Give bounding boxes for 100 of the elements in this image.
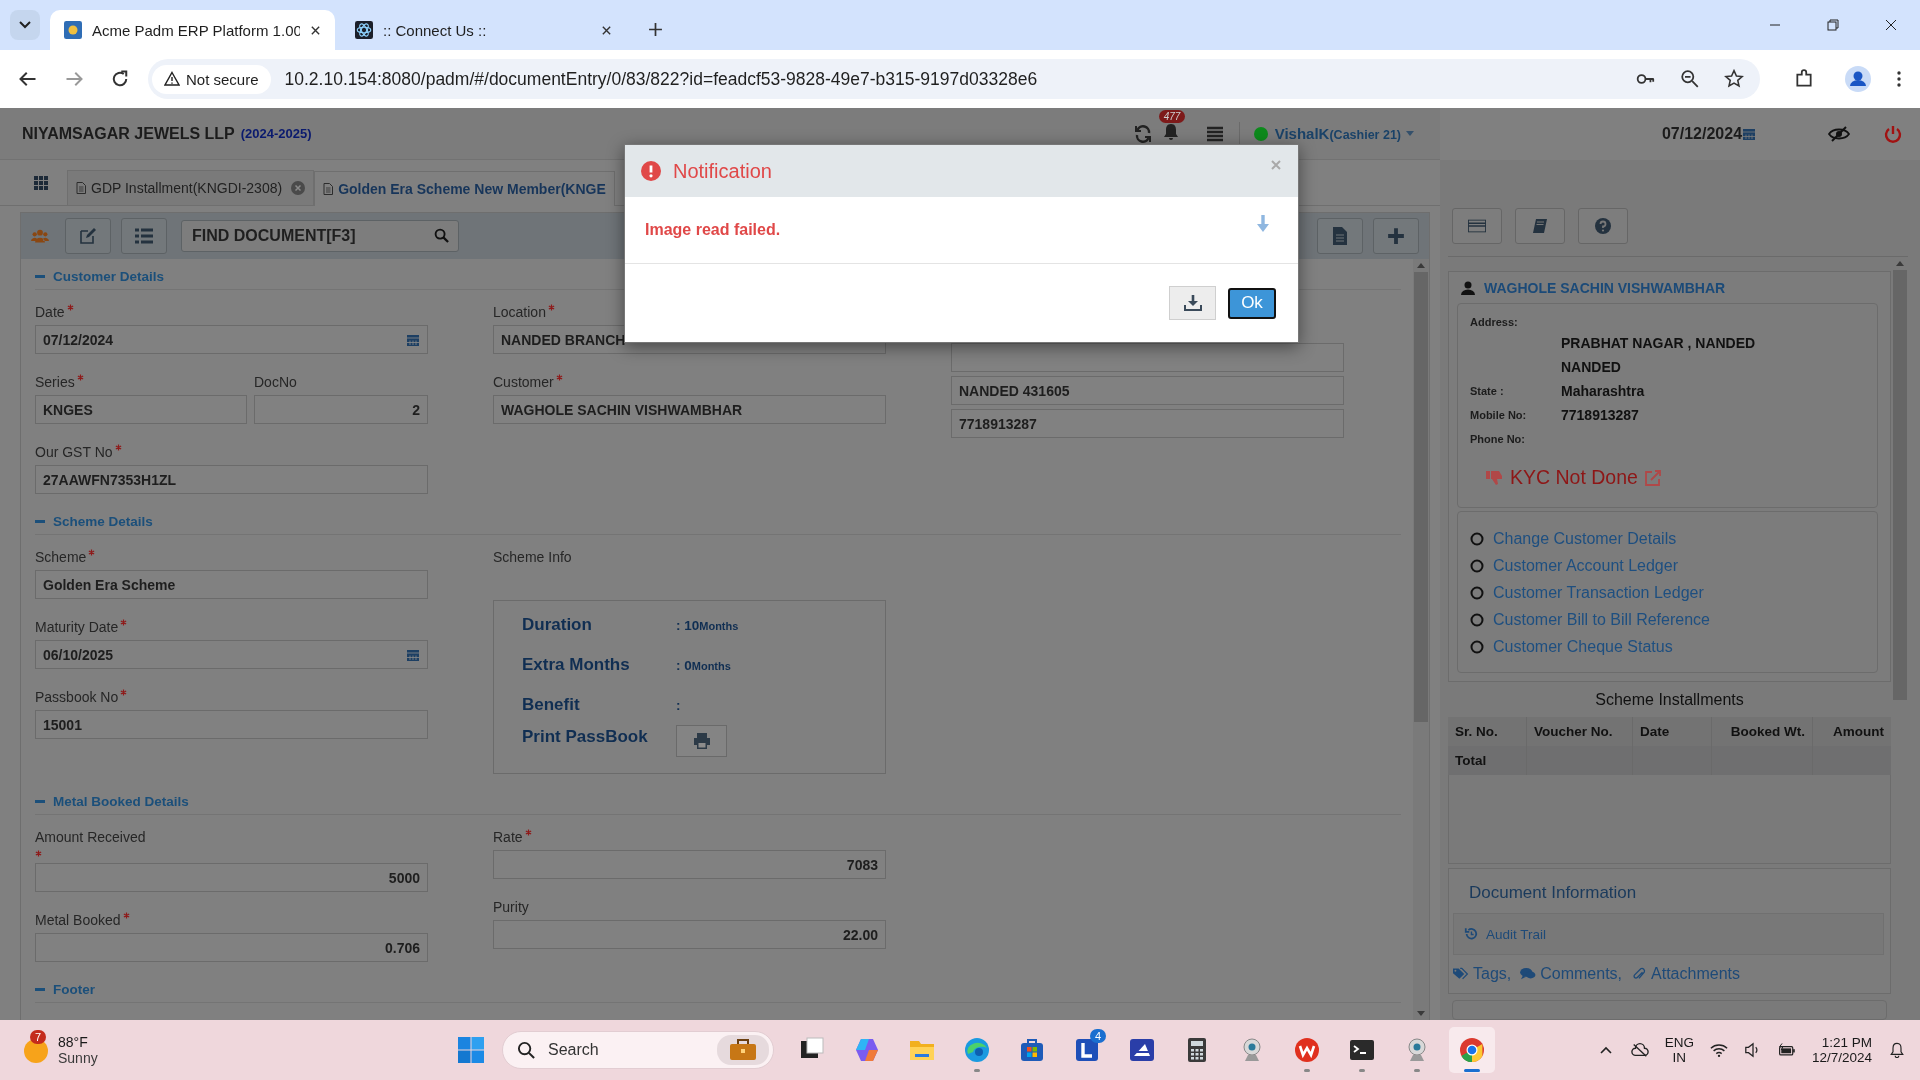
calendar-icon[interactable] (406, 332, 420, 347)
collapse-icon[interactable] (35, 519, 45, 524)
attachments-link[interactable]: Attachments (1651, 965, 1740, 983)
restore-icon[interactable] (1826, 18, 1840, 32)
input-field[interactable]: 06/10/2025 (35, 640, 428, 669)
reload-icon[interactable] (110, 69, 130, 89)
power-icon[interactable] (1884, 125, 1902, 143)
input-field[interactable]: 07/12/2024 (35, 325, 428, 354)
calendar-icon[interactable] (406, 647, 420, 662)
close-icon[interactable] (601, 24, 612, 36)
refresh-icon[interactable] (1132, 123, 1153, 144)
field-label: Purity (493, 899, 529, 915)
input-field[interactable]: 27AAWFN7353H1ZL (35, 465, 428, 494)
document-tab[interactable]: Golden Era Scheme New Member(KNGE (314, 171, 615, 206)
collapse-icon[interactable] (35, 987, 45, 992)
input-field[interactable]: KNGES (35, 395, 247, 424)
kyc-status-link[interactable]: KYC Not Done (1510, 466, 1638, 489)
scrollbar[interactable] (1413, 259, 1429, 1020)
list-view-button[interactable] (121, 218, 167, 254)
scroll-thumb[interactable] (1414, 272, 1428, 722)
info-label: Extra Months (522, 655, 631, 675)
card-button[interactable] (1452, 208, 1502, 244)
section-title[interactable]: Customer Details (53, 269, 165, 284)
star-icon[interactable] (1724, 69, 1744, 89)
input-field[interactable]: 2 (254, 395, 428, 424)
circle-icon (1470, 586, 1484, 600)
close-icon[interactable] (310, 24, 321, 36)
search-icon[interactable] (434, 228, 449, 243)
ok-button[interactable]: Ok (1228, 287, 1276, 319)
security-chip[interactable]: Not secure (152, 64, 271, 94)
comments-link[interactable]: Comments, (1540, 965, 1623, 983)
address-field[interactable]: NANDED 431605 (951, 376, 1344, 405)
field-label: Scheme Info (493, 549, 573, 565)
input-field[interactable]: 0.706 (35, 933, 428, 962)
tab-search-icon[interactable] (10, 10, 40, 40)
input-field[interactable]: 5000 (35, 863, 428, 892)
error-message: Image read failed. (645, 221, 781, 239)
document-tab[interactable]: GDP Installment(KNGDI-2308) (67, 170, 315, 205)
close-icon[interactable] (1884, 18, 1898, 32)
document-info-title: Document Information (1468, 883, 1638, 904)
customer-name[interactable]: WAGHOLE SACHIN VISHWAMBHAR (1484, 280, 1726, 296)
collapse-icon[interactable] (35, 274, 45, 279)
security-label: Not secure (186, 70, 259, 88)
input-field[interactable]: Golden Era Scheme (35, 570, 428, 599)
address-field[interactable]: 7718913287 (951, 409, 1344, 438)
card-icon (1468, 218, 1486, 234)
start-icon[interactable] (457, 1036, 485, 1064)
address-field[interactable] (951, 343, 1344, 372)
circle-icon (1470, 559, 1484, 573)
calendar-icon[interactable] (1742, 127, 1757, 141)
zoom-icon[interactable] (1680, 69, 1700, 89)
help-button[interactable] (1578, 208, 1628, 244)
tags-link[interactable]: Tags, (1473, 965, 1512, 983)
scroll-down-icon[interactable] (1417, 1011, 1425, 1016)
field-label: Customer (493, 374, 554, 390)
menu-icon[interactable] (1896, 70, 1902, 88)
collapse-icon[interactable] (35, 799, 45, 804)
download-button[interactable] (1169, 286, 1216, 320)
wifi-icon[interactable] (1709, 1042, 1728, 1058)
input-field[interactable]: 15001 (35, 710, 428, 739)
scroll-up-icon[interactable] (1417, 263, 1425, 268)
down-arrow-icon[interactable] (1256, 215, 1270, 233)
section-title[interactable]: Metal Booked Details (53, 794, 189, 809)
financial-year[interactable]: (2024-2025) (240, 126, 312, 141)
browser-tab[interactable]: :: Connect Us :: (341, 10, 626, 50)
input-field[interactable]: 7083 (493, 850, 886, 879)
edit-button[interactable] (65, 218, 111, 254)
book-button[interactable] (1515, 208, 1565, 244)
print-button[interactable] (676, 725, 727, 757)
circle-icon (1470, 640, 1484, 654)
taskbar-search-field[interactable]: Search (502, 1031, 774, 1069)
profile-icon[interactable] (1844, 65, 1872, 93)
hidden-eye-icon[interactable] (1828, 126, 1850, 142)
language-indicator[interactable]: ENG IN (1664, 1035, 1694, 1065)
apps-grid-icon[interactable] (34, 176, 49, 191)
clock[interactable]: 1:21 PM 12/7/2024 (1811, 1035, 1872, 1065)
cloud-off-icon[interactable] (1630, 1042, 1649, 1058)
taskbar-app[interactable]: 4 (1064, 1027, 1110, 1073)
book-icon (1531, 218, 1549, 234)
app-icon (64, 21, 82, 39)
scroll-up-icon[interactable] (1895, 261, 1904, 266)
user-menu[interactable]: VishalK(Cashier 21) (1274, 125, 1401, 142)
field-label: Maturity Date (35, 619, 119, 635)
add-button[interactable] (1373, 218, 1419, 254)
extensions-icon[interactable] (1794, 69, 1814, 89)
input-field[interactable]: 22.00 (493, 920, 886, 949)
section-title[interactable]: Scheme Details (53, 514, 153, 529)
field-label: Date (35, 304, 65, 320)
address-bar[interactable]: Not secure 10.2.10.154:8080/padm/#/documentEntry/0/83/822?id=feadcf53-9828-49e7-b315-9197d03328e6 (148, 59, 1760, 99)
warning-icon (164, 71, 180, 87)
document-icon (1331, 227, 1349, 245)
battery-icon[interactable] (1777, 1042, 1796, 1058)
new-tab-icon[interactable] (648, 22, 663, 37)
section-title[interactable]: Footer (53, 982, 95, 997)
find-document-field[interactable]: FIND DOCUMENT[F3] (181, 220, 459, 252)
input-field[interactable]: WAGHOLE SACHIN VISHWAMBHAR (493, 395, 886, 424)
help-icon (1594, 218, 1612, 234)
caret-icon[interactable] (1406, 131, 1414, 136)
document-button[interactable] (1317, 218, 1363, 254)
bell-icon[interactable] (1888, 1042, 1906, 1058)
